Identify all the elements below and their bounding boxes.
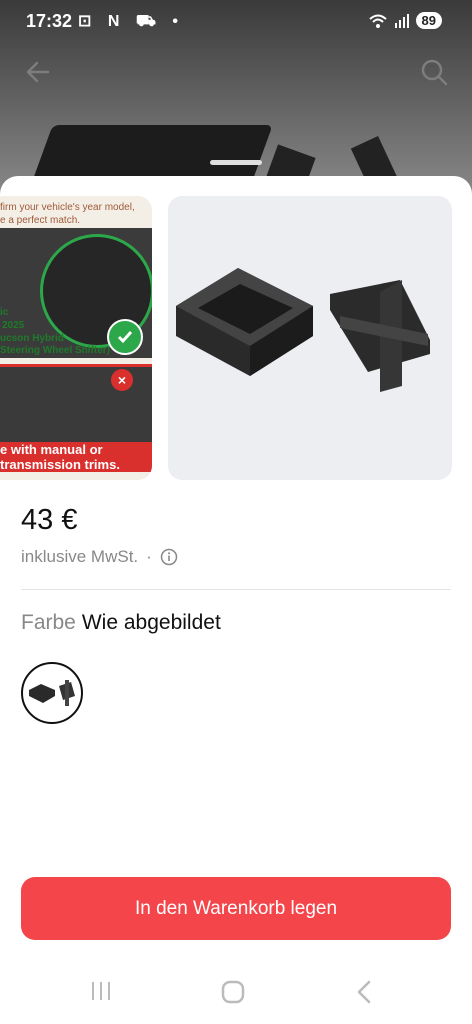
color-selector-header: Farbe Wie abgebildet xyxy=(21,611,221,635)
image1-model-text-4: Steering Wheel Shifter) xyxy=(0,345,111,356)
back-nav-icon[interactable] xyxy=(356,980,372,1004)
image1-check-badge xyxy=(107,319,143,355)
status-left-icons: ⊡ N ⛟ • xyxy=(78,13,185,30)
signal-icon xyxy=(394,13,409,28)
tax-separator: · xyxy=(146,547,152,566)
add-to-cart-button[interactable]: In den Warenkorb legen xyxy=(21,877,451,940)
tax-info: inklusive MwSt. · xyxy=(21,547,178,567)
wifi-icon xyxy=(368,14,387,28)
product-image-main[interactable] xyxy=(168,196,452,480)
product-price: 43 € xyxy=(21,504,78,536)
image1-bottom-text-2: transmission trims. xyxy=(0,457,120,472)
battery-indicator: 89 xyxy=(415,12,442,29)
info-icon[interactable] xyxy=(160,548,178,566)
color-label: Farbe xyxy=(21,611,76,634)
image1-x-badge: × xyxy=(111,369,133,391)
sheet-drag-handle[interactable] xyxy=(210,160,262,165)
home-icon[interactable] xyxy=(221,980,245,1004)
image1-top-text-2: e a perfect match. xyxy=(0,215,81,226)
status-right-icons: 89 xyxy=(368,12,442,29)
search-icon xyxy=(421,59,448,86)
image1-model-text-3: ucson Hybrid xyxy=(0,333,64,344)
image1-model-text-1: ic xyxy=(0,307,9,318)
image1-bottom-text-1: e with manual or xyxy=(0,442,103,457)
section-divider xyxy=(21,589,451,590)
search-button[interactable] xyxy=(420,58,448,86)
product-image-thumbnail-1[interactable]: firm your vehicle's year model, e a perf… xyxy=(0,196,152,480)
tax-note: inklusive MwSt. xyxy=(21,547,139,566)
arrow-left-icon xyxy=(26,61,50,83)
back-button[interactable] xyxy=(24,58,52,86)
product-sheet: firm your vehicle's year model, e a perf… xyxy=(0,176,472,1024)
system-nav-bar xyxy=(0,960,472,1024)
image1-model-text-2: 2025 xyxy=(2,320,25,331)
check-icon xyxy=(117,331,133,344)
color-swatch-selected[interactable] xyxy=(21,662,83,724)
status-bar: 17:32 ⊡ N ⛟ • 89 xyxy=(0,0,472,44)
color-value: Wie abgebildet xyxy=(81,611,221,634)
product-tray-illustration xyxy=(176,268,430,392)
image1-top-text-1: firm your vehicle's year model, xyxy=(0,202,135,213)
swatch-product-thumbnail xyxy=(29,680,75,706)
recent-apps-icon[interactable] xyxy=(90,980,112,1002)
status-time: 17:32 xyxy=(26,11,73,31)
